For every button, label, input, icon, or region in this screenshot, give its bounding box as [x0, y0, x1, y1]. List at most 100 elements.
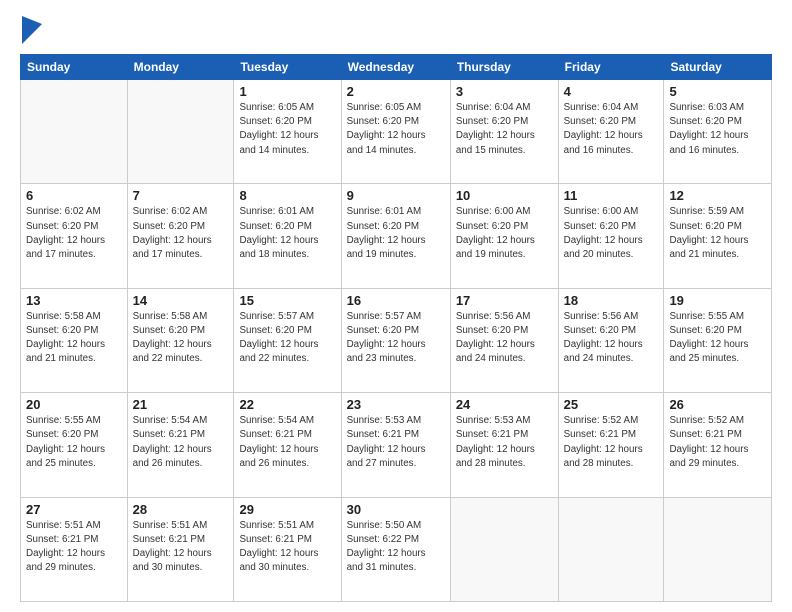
weekday-header-tuesday: Tuesday — [234, 55, 341, 80]
day-number: 7 — [133, 188, 229, 203]
day-info: Sunrise: 5:56 AM Sunset: 6:20 PM Dayligh… — [456, 310, 553, 367]
day-number: 17 — [456, 293, 553, 308]
week-row-5: 27Sunrise: 5:51 AM Sunset: 6:21 PM Dayli… — [21, 497, 772, 601]
calendar-table: SundayMondayTuesdayWednesdayThursdayFrid… — [20, 54, 772, 602]
header — [20, 18, 772, 44]
day-cell: 3 Sunrise: 6:04 AM Sunset: 6:20 PM Daylig… — [450, 80, 558, 184]
day-info: Sunrise: 5:55 AM Sunset: 6:20 PM Dayligh… — [26, 414, 122, 471]
day-info: Sunrise: 5:56 AM Sunset: 6:20 PM Dayligh… — [564, 310, 659, 367]
day-number: 16 — [347, 293, 445, 308]
weekday-header-row: SundayMondayTuesdayWednesdayThursdayFrid… — [21, 55, 772, 80]
day-cell: 25 Sunrise: 5:52 AM Sunset: 6:21 PM Dayli… — [558, 393, 664, 497]
day-cell: 24 Sunrise: 5:53 AM Sunset: 6:21 PM Dayli… — [450, 393, 558, 497]
weekday-header-friday: Friday — [558, 55, 664, 80]
day-number: 18 — [564, 293, 659, 308]
day-number: 20 — [26, 397, 122, 412]
day-number: 24 — [456, 397, 553, 412]
day-number: 29 — [239, 502, 335, 517]
day-number: 30 — [347, 502, 445, 517]
day-number: 9 — [347, 188, 445, 203]
weekday-header-saturday: Saturday — [664, 55, 772, 80]
week-row-2: 6 Sunrise: 6:02 AM Sunset: 6:20 PM Daylig… — [21, 184, 772, 288]
day-info: Sunrise: 5:57 AM Sunset: 6:20 PM Dayligh… — [239, 310, 335, 367]
day-cell: 9 Sunrise: 6:01 AM Sunset: 6:20 PM Daylig… — [341, 184, 450, 288]
weekday-header-monday: Monday — [127, 55, 234, 80]
day-cell — [21, 80, 128, 184]
day-cell: 23 Sunrise: 5:53 AM Sunset: 6:21 PM Dayli… — [341, 393, 450, 497]
day-info: Sunrise: 6:02 AM Sunset: 6:20 PM Dayligh… — [133, 205, 229, 262]
day-info: Sunrise: 6:04 AM Sunset: 6:20 PM Dayligh… — [564, 101, 659, 158]
day-cell: 1 Sunrise: 6:05 AM Sunset: 6:20 PM Daylig… — [234, 80, 341, 184]
day-cell: 4 Sunrise: 6:04 AM Sunset: 6:20 PM Daylig… — [558, 80, 664, 184]
day-number: 8 — [239, 188, 335, 203]
day-number: 22 — [239, 397, 335, 412]
day-number: 5 — [669, 84, 766, 99]
day-info: Sunrise: 5:53 AM Sunset: 6:21 PM Dayligh… — [456, 414, 553, 471]
day-cell: 28Sunrise: 5:51 AM Sunset: 6:21 PM Dayli… — [127, 497, 234, 601]
weekday-header-wednesday: Wednesday — [341, 55, 450, 80]
week-row-3: 13 Sunrise: 5:58 AM Sunset: 6:20 PM Dayli… — [21, 288, 772, 392]
day-info: Sunrise: 6:00 AM Sunset: 6:20 PM Dayligh… — [564, 205, 659, 262]
day-cell: 30 Sunrise: 5:50 AM Sunset: 6:22 PM Dayli… — [341, 497, 450, 601]
day-number: 10 — [456, 188, 553, 203]
day-cell: 22 Sunrise: 5:54 AM Sunset: 6:21 PM Dayli… — [234, 393, 341, 497]
day-cell: 11 Sunrise: 6:00 AM Sunset: 6:20 PM Dayli… — [558, 184, 664, 288]
day-number: 26 — [669, 397, 766, 412]
day-cell: 27Sunrise: 5:51 AM Sunset: 6:21 PM Dayli… — [21, 497, 128, 601]
day-cell: 20 Sunrise: 5:55 AM Sunset: 6:20 PM Dayli… — [21, 393, 128, 497]
day-info: Sunrise: 6:05 AM Sunset: 6:20 PM Dayligh… — [239, 101, 335, 158]
day-cell: 12 Sunrise: 5:59 AM Sunset: 6:20 PM Dayli… — [664, 184, 772, 288]
day-info: Sunrise: 5:51 AM Sunset: 6:21 PM Dayligh… — [239, 519, 335, 576]
day-number: 21 — [133, 397, 229, 412]
day-number: 11 — [564, 188, 659, 203]
day-number: 6 — [26, 188, 122, 203]
day-cell: 6 Sunrise: 6:02 AM Sunset: 6:20 PM Daylig… — [21, 184, 128, 288]
day-cell: 10 Sunrise: 6:00 AM Sunset: 6:20 PM Dayli… — [450, 184, 558, 288]
day-info: Sunrise: 6:01 AM Sunset: 6:20 PM Dayligh… — [239, 205, 335, 262]
day-number: 12 — [669, 188, 766, 203]
day-info: Sunrise: 5:54 AM Sunset: 6:21 PM Dayligh… — [239, 414, 335, 471]
day-cell — [127, 80, 234, 184]
day-cell: 2Sunrise: 6:05 AM Sunset: 6:20 PM Daylig… — [341, 80, 450, 184]
day-cell — [450, 497, 558, 601]
day-info: Sunrise: 6:02 AM Sunset: 6:20 PM Dayligh… — [26, 205, 122, 262]
day-info: Sunrise: 5:51 AM Sunset: 6:21 PM Dayligh… — [26, 519, 122, 576]
week-row-1: 1 Sunrise: 6:05 AM Sunset: 6:20 PM Daylig… — [21, 80, 772, 184]
week-row-4: 20 Sunrise: 5:55 AM Sunset: 6:20 PM Dayli… — [21, 393, 772, 497]
logo-icon — [22, 16, 42, 44]
day-info: Sunrise: 5:58 AM Sunset: 6:20 PM Dayligh… — [26, 310, 122, 367]
day-cell: 7 Sunrise: 6:02 AM Sunset: 6:20 PM Daylig… — [127, 184, 234, 288]
day-info: Sunrise: 5:53 AM Sunset: 6:21 PM Dayligh… — [347, 414, 445, 471]
day-number: 25 — [564, 397, 659, 412]
day-cell: 8 Sunrise: 6:01 AM Sunset: 6:20 PM Daylig… — [234, 184, 341, 288]
day-cell: 29 Sunrise: 5:51 AM Sunset: 6:21 PM Dayli… — [234, 497, 341, 601]
weekday-header-thursday: Thursday — [450, 55, 558, 80]
day-number: 23 — [347, 397, 445, 412]
day-info: Sunrise: 5:55 AM Sunset: 6:20 PM Dayligh… — [669, 310, 766, 367]
day-info: Sunrise: 5:59 AM Sunset: 6:20 PM Dayligh… — [669, 205, 766, 262]
day-number: 3 — [456, 84, 553, 99]
day-cell: 14Sunrise: 5:58 AM Sunset: 6:20 PM Dayli… — [127, 288, 234, 392]
day-cell — [558, 497, 664, 601]
day-number: 4 — [564, 84, 659, 99]
day-info: Sunrise: 5:50 AM Sunset: 6:22 PM Dayligh… — [347, 519, 445, 576]
day-cell: 16Sunrise: 5:57 AM Sunset: 6:20 PM Dayli… — [341, 288, 450, 392]
logo — [20, 18, 42, 44]
day-info: Sunrise: 6:01 AM Sunset: 6:20 PM Dayligh… — [347, 205, 445, 262]
weekday-header-sunday: Sunday — [21, 55, 128, 80]
day-info: Sunrise: 5:54 AM Sunset: 6:21 PM Dayligh… — [133, 414, 229, 471]
day-info: Sunrise: 6:00 AM Sunset: 6:20 PM Dayligh… — [456, 205, 553, 262]
day-cell: 26 Sunrise: 5:52 AM Sunset: 6:21 PM Dayli… — [664, 393, 772, 497]
day-number: 28 — [133, 502, 229, 517]
day-info: Sunrise: 5:52 AM Sunset: 6:21 PM Dayligh… — [669, 414, 766, 471]
day-cell — [664, 497, 772, 601]
day-info: Sunrise: 5:52 AM Sunset: 6:21 PM Dayligh… — [564, 414, 659, 471]
day-cell: 15Sunrise: 5:57 AM Sunset: 6:20 PM Dayli… — [234, 288, 341, 392]
day-number: 2 — [347, 84, 445, 99]
day-number: 1 — [239, 84, 335, 99]
day-cell: 21 Sunrise: 5:54 AM Sunset: 6:21 PM Dayli… — [127, 393, 234, 497]
day-info: Sunrise: 5:58 AM Sunset: 6:20 PM Dayligh… — [133, 310, 229, 367]
day-info: Sunrise: 6:03 AM Sunset: 6:20 PM Dayligh… — [669, 101, 766, 158]
day-number: 13 — [26, 293, 122, 308]
day-info: Sunrise: 6:04 AM Sunset: 6:20 PM Dayligh… — [456, 101, 553, 158]
